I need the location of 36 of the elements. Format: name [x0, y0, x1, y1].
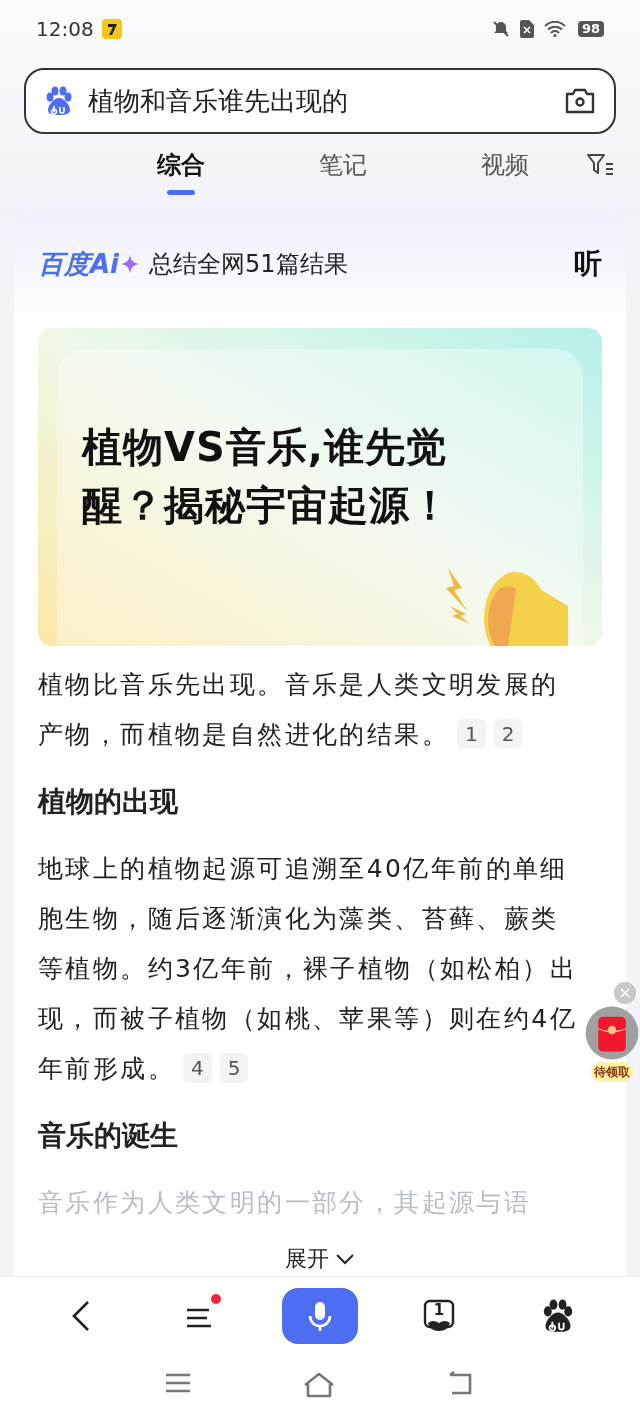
chevron-down-icon	[335, 1252, 355, 1265]
citation-chip[interactable]: 2	[493, 719, 523, 749]
section-heading: 音乐的诞生	[38, 1118, 179, 1154]
tab[interactable]: 综合	[100, 148, 262, 195]
answer-paragraph: 植物比音乐先出现。音乐是人类文明发展的产物，而植物是自然进化的结果。 1 2	[38, 669, 560, 751]
answer-paragraph: 地球上的植物起源可追溯至40亿年前的单细胞生物，随后逐渐演化为藻类、苔藓、蕨类等植物。约3亿年前，裸子植物（如松柏）出现，而被子植物（如桃、苹果等）则在约4亿年前形成。 4 5	[38, 853, 578, 1085]
paw-logo-icon	[44, 86, 74, 116]
pending-claim-badge[interactable]: 待领取	[591, 1062, 633, 1082]
voice-button[interactable]	[282, 1288, 358, 1344]
battery-level: 98	[577, 21, 604, 37]
status-time: 12:08	[36, 16, 94, 43]
paw-logo-icon[interactable]	[541, 1299, 575, 1333]
citation-chip[interactable]: 5	[219, 1053, 249, 1083]
ai-brand-logo: 百度Ai	[38, 247, 120, 281]
section-heading: 植物的出现	[38, 784, 179, 820]
faded-paragraph: 音乐作为人类文明的一部分，其起源与语	[38, 1187, 533, 1219]
cover-title: 植物VS音乐,谁先觉醒？揭秘宇宙起源！	[80, 423, 452, 530]
microphone-icon	[307, 1300, 333, 1332]
citation-chip[interactable]: 4	[183, 1053, 212, 1083]
tab[interactable]: 视频	[424, 148, 586, 195]
sim-card-icon	[519, 20, 534, 38]
home-icon[interactable]	[302, 1371, 336, 1399]
expand-button[interactable]: 展开	[285, 1242, 355, 1275]
wifi-icon	[543, 21, 566, 37]
camera-icon[interactable]	[564, 87, 596, 115]
search-bar[interactable]: 植物和音乐谁先出现的	[24, 68, 616, 134]
app-notification-icon	[101, 19, 122, 39]
search-input[interactable]: 植物和音乐谁先出现的	[88, 81, 550, 121]
tab[interactable]: 笔记	[262, 148, 424, 195]
listen-button[interactable]: 听	[574, 243, 602, 285]
summary-title: 总结全网51篇结果	[149, 249, 348, 280]
muted-bell-icon	[491, 20, 510, 38]
sparkle-icon	[121, 255, 140, 273]
envelope-icon[interactable]	[585, 1006, 639, 1060]
citation-chip[interactable]: 1	[457, 719, 486, 749]
filter-icon[interactable]	[586, 152, 614, 178]
